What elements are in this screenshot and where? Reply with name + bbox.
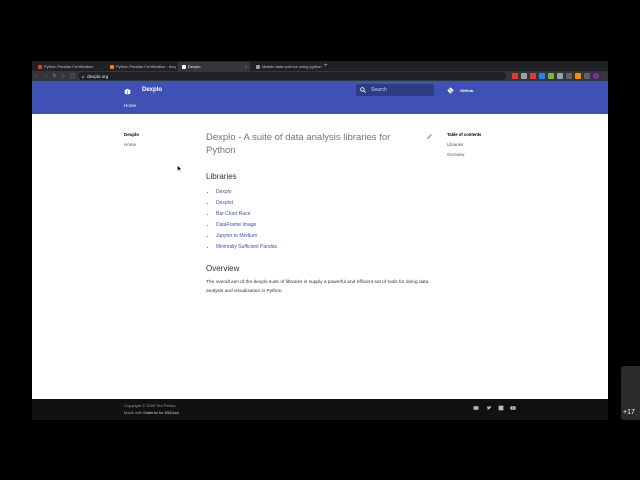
github-link[interactable]: GitHub bbox=[460, 88, 473, 93]
home-icon[interactable]: ⌂ bbox=[59, 73, 68, 79]
extension-orange-icon[interactable] bbox=[575, 73, 581, 79]
tab-favicon-icon bbox=[38, 64, 42, 69]
edit-pencil-icon[interactable] bbox=[426, 133, 433, 140]
library-link-dexplo[interactable]: Dexplo bbox=[216, 189, 232, 195]
address-bar[interactable]: 🔒︎ dexplo.org bbox=[78, 72, 506, 80]
nav-item-home[interactable]: Home bbox=[124, 142, 139, 147]
site-footer: Copyright © 2020 Ted Petrou Made with Ma… bbox=[32, 399, 608, 420]
reload-icon[interactable]: ↻ bbox=[50, 73, 59, 79]
back-icon[interactable]: ← bbox=[32, 73, 41, 79]
search-icon bbox=[360, 87, 366, 93]
toc-item-libraries[interactable]: Libraries bbox=[447, 142, 481, 147]
extension-red-icon[interactable] bbox=[512, 73, 518, 79]
extension-icon[interactable] bbox=[521, 73, 527, 79]
library-link-dexplot[interactable]: Dexplot bbox=[216, 200, 233, 206]
tab-python-pandas-acq[interactable]: Python Pandas Certification - Acq bbox=[106, 62, 176, 71]
twitter-icon[interactable] bbox=[486, 405, 492, 411]
linkedin-icon[interactable] bbox=[498, 405, 504, 411]
youtube-icon[interactable] bbox=[510, 405, 516, 411]
toc-title: Table of contents bbox=[447, 132, 482, 137]
extension-blue-icon[interactable] bbox=[539, 73, 545, 79]
tab-favicon-icon bbox=[256, 64, 260, 69]
tab-strip: Python Pandas Certification Python Panda… bbox=[32, 61, 608, 71]
medium-icon[interactable] bbox=[473, 405, 479, 411]
mouse-cursor-icon bbox=[177, 165, 182, 172]
extension-icon[interactable] bbox=[566, 73, 572, 79]
tab-python-pandas-certification[interactable]: Python Pandas Certification bbox=[34, 62, 104, 71]
tab-title: Python Pandas Certification bbox=[44, 64, 94, 69]
search-input[interactable] bbox=[371, 87, 431, 93]
main-content: Dexplo - A suite of data analysis librar… bbox=[206, 131, 436, 296]
toc-item-overview[interactable]: Overview bbox=[447, 152, 481, 157]
tab-favicon-icon bbox=[110, 64, 114, 69]
extension-green-icon[interactable] bbox=[548, 73, 554, 79]
extension-icon[interactable] bbox=[557, 73, 563, 79]
tab-master-data-science[interactable]: Master data science using python bbox=[252, 62, 322, 71]
extension-icon[interactable]: ▢ bbox=[68, 73, 77, 79]
profile-avatar[interactable] bbox=[593, 73, 599, 79]
tab-favicon-icon bbox=[182, 64, 186, 69]
site-header: Dexplo GitHub Home bbox=[32, 81, 608, 114]
extension-red-icon[interactable] bbox=[530, 73, 536, 79]
address-url: dexplo.org bbox=[87, 73, 109, 79]
menu-dots-icon[interactable]: ⋮ bbox=[601, 73, 607, 79]
forward-icon[interactable]: → bbox=[41, 73, 50, 79]
list-item: Dexplo bbox=[216, 187, 436, 198]
participants-count: +17 bbox=[623, 409, 635, 416]
tab-dexplo[interactable]: Dexplo × bbox=[178, 62, 250, 71]
library-link-minimally-sufficient-pandas[interactable]: Minimally Sufficient Pandas bbox=[216, 244, 277, 250]
page-title: Dexplo - A suite of data analysis librar… bbox=[206, 132, 391, 156]
list-item: Dexplot bbox=[216, 198, 436, 209]
overview-heading: Overview bbox=[206, 264, 240, 273]
table-of-contents: Table of contents Libraries Overview bbox=[447, 132, 481, 157]
library-link-jupyter-to-medium[interactable]: Jupyter to Medium bbox=[216, 233, 257, 239]
mkdocs-link[interactable]: Material for MkDocs bbox=[143, 410, 179, 415]
left-navigation: Dexplo Home bbox=[124, 132, 139, 147]
puzzle-icon[interactable] bbox=[584, 73, 590, 79]
site-title[interactable]: Dexplo bbox=[142, 87, 162, 93]
library-link-bar-chart-race[interactable]: Bar Chart Race bbox=[216, 211, 250, 217]
list-item: DataFrame Image bbox=[216, 220, 436, 231]
list-item: Jupyter to Medium bbox=[216, 231, 436, 242]
made-with-prefix: Made with bbox=[124, 410, 143, 415]
copyright-text: Copyright © 2020 Ted Petrou bbox=[124, 403, 176, 408]
nav-title: Dexplo bbox=[124, 132, 140, 137]
list-item: Bar Chart Race bbox=[216, 209, 436, 220]
browser-toolbar: ← → ↻ ⌂ ▢ 🔒︎ dexplo.org ⋮ bbox=[32, 71, 608, 81]
lock-icon: 🔒︎ bbox=[82, 73, 85, 79]
made-with-text: Made with Material for MkDocs bbox=[124, 410, 179, 415]
tab-title: Master data science using python bbox=[262, 64, 322, 69]
close-tab-icon[interactable]: × bbox=[245, 64, 247, 69]
libraries-heading: Libraries bbox=[206, 172, 237, 181]
new-tab-button[interactable]: + bbox=[324, 62, 328, 71]
book-logo-icon[interactable] bbox=[124, 88, 131, 95]
library-link-dataframe-image[interactable]: DataFrame Image bbox=[216, 222, 256, 228]
participants-badge[interactable]: +17 bbox=[621, 366, 640, 420]
tab-title: Dexplo bbox=[188, 64, 201, 69]
libraries-list: Dexplo Dexplot Bar Chart Race DataFrame … bbox=[216, 187, 436, 253]
search-box[interactable] bbox=[356, 84, 434, 96]
tab-home[interactable]: Home bbox=[124, 103, 136, 108]
list-item: Minimally Sufficient Pandas bbox=[216, 242, 436, 253]
overview-paragraph: The overall aim of the dexplo suite of l… bbox=[206, 280, 429, 294]
git-diamond-icon[interactable] bbox=[447, 87, 454, 94]
browser-window: Python Pandas Certification Python Panda… bbox=[32, 61, 608, 420]
tab-title: Python Pandas Certification - Acq bbox=[116, 64, 176, 69]
